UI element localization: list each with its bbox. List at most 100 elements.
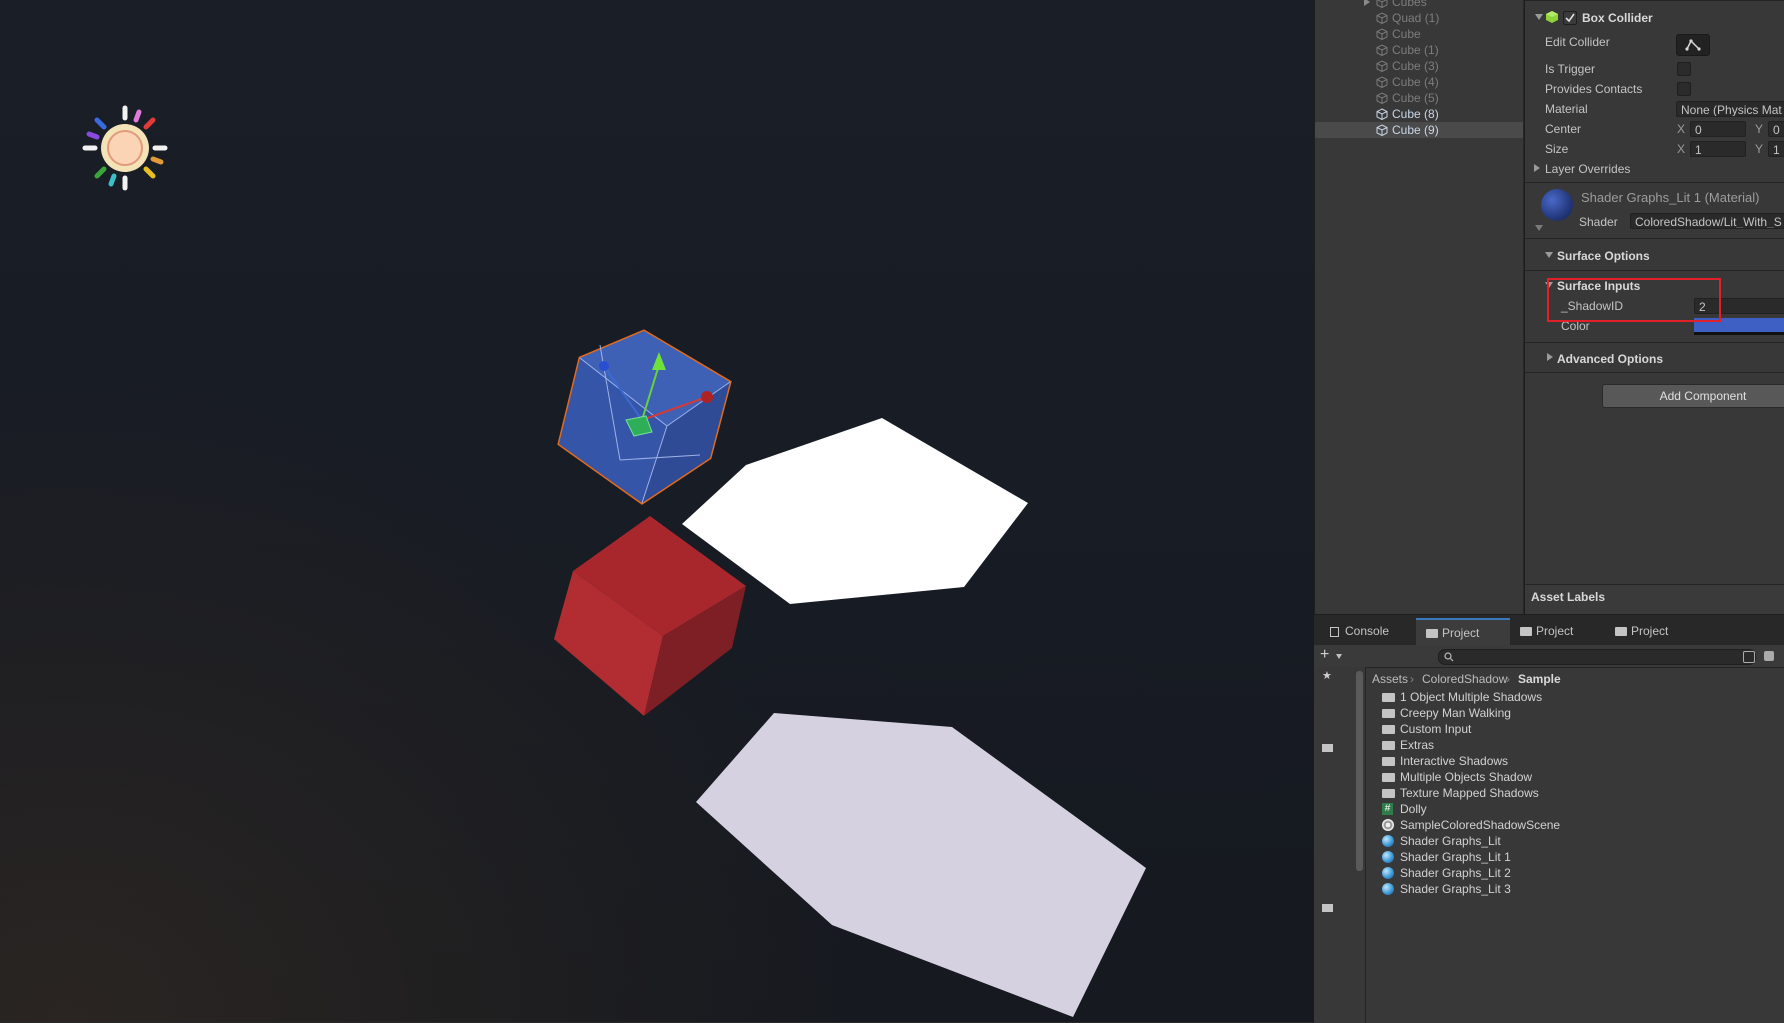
- center-x-field[interactable]: 0: [1690, 121, 1746, 137]
- shadow-shape-lower: [696, 713, 1146, 1017]
- scene-view[interactable]: [0, 0, 1314, 1022]
- is-trigger-label: Is Trigger: [1545, 62, 1596, 76]
- surface-inputs-foldout-icon[interactable]: [1545, 282, 1553, 288]
- hierarchy-item-label: Cubes: [1392, 0, 1427, 9]
- advanced-options-label[interactable]: Advanced Options: [1557, 352, 1663, 366]
- expand-arrow-icon[interactable]: [1364, 0, 1370, 6]
- box-collider-enabled-checkbox[interactable]: [1563, 11, 1577, 25]
- tab-project-1[interactable]: Project: [1416, 618, 1510, 647]
- hierarchy-item[interactable]: Cube: [1315, 26, 1523, 42]
- console-icon: [1330, 627, 1339, 637]
- layer-overrides-foldout-icon[interactable]: [1534, 164, 1540, 172]
- material-foldout-icon[interactable]: [1535, 225, 1543, 231]
- add-dropdown-chevron-icon[interactable]: [1336, 654, 1342, 659]
- hierarchy-item[interactable]: Cube (1): [1315, 42, 1523, 58]
- edit-collider-icon: [1685, 39, 1701, 51]
- folder-icon: [1382, 773, 1395, 782]
- tab-console[interactable]: Console: [1318, 618, 1408, 645]
- file-item-label: Multiple Objects Shadow: [1400, 770, 1533, 784]
- advanced-options-foldout-icon[interactable]: [1547, 353, 1553, 361]
- cube-icon: [1376, 92, 1388, 104]
- surface-inputs-label[interactable]: Surface Inputs: [1557, 279, 1640, 293]
- layer-overrides-label[interactable]: Layer Overrides: [1545, 162, 1630, 176]
- is-trigger-checkbox[interactable]: [1677, 62, 1691, 76]
- surface-options-foldout-icon[interactable]: [1545, 252, 1553, 258]
- hierarchy-item[interactable]: Cube (5): [1315, 90, 1523, 106]
- file-item-label: Interactive Shadows: [1400, 754, 1509, 768]
- folder-icon: [1382, 693, 1395, 702]
- asset-labels-label[interactable]: Asset Labels: [1531, 590, 1605, 604]
- cube-icon: [1376, 0, 1388, 8]
- material-icon: [1382, 835, 1394, 847]
- file-item-label: Dolly: [1400, 802, 1427, 816]
- cube-icon: [1376, 12, 1388, 24]
- hierarchy-item[interactable]: Cube (3): [1315, 58, 1523, 74]
- breadcrumb-assets[interactable]: Assets: [1372, 672, 1408, 686]
- hierarchy-item[interactable]: Cube (8): [1315, 106, 1523, 122]
- color-swatch[interactable]: [1694, 318, 1784, 335]
- cube-icon: [1376, 28, 1388, 40]
- cube-icon: [1376, 76, 1388, 88]
- hierarchy-item[interactable]: Quad (1): [1315, 10, 1523, 26]
- assets-folder-icon[interactable]: [1322, 744, 1333, 752]
- size-x-axis-label: X: [1677, 142, 1686, 156]
- tab-project-3[interactable]: Project: [1605, 618, 1699, 645]
- edit-collider-button[interactable]: [1676, 34, 1710, 56]
- directional-light-icon[interactable]: [82, 105, 168, 191]
- project-folder-tree[interactable]: ★: [1314, 667, 1366, 1023]
- hierarchy-item[interactable]: Cube (9): [1315, 122, 1523, 138]
- breadcrumb-separator-icon: ›: [1410, 672, 1414, 686]
- shader-dropdown[interactable]: ColoredShadow/Lit_With_S: [1630, 213, 1784, 229]
- center-y-field[interactable]: 0: [1768, 121, 1784, 137]
- script-icon: #: [1382, 803, 1393, 815]
- box-collider-title: Box Collider: [1582, 11, 1653, 25]
- filter-icon[interactable]: [1764, 651, 1774, 661]
- tab-project-3-label: Project: [1631, 624, 1669, 638]
- project-file-list[interactable]: Assets › ColoredShadow › Sample 1 Object…: [1366, 667, 1784, 1023]
- inspector-panel[interactable]: Box Collider Edit Collider Is Trigger Pr…: [1524, 0, 1784, 614]
- hierarchy-item-label: Cube (1): [1392, 43, 1439, 57]
- breadcrumb-separator-icon: ›: [1506, 672, 1510, 686]
- hierarchy-item-label: Cube (5): [1392, 91, 1439, 105]
- hierarchy-item[interactable]: Cube (4): [1315, 74, 1523, 90]
- surface-options-label[interactable]: Surface Options: [1557, 249, 1650, 263]
- folder-icon: [1426, 629, 1438, 638]
- file-item-label: Shader Graphs_Lit 1: [1400, 850, 1511, 864]
- box-collider-icon: [1546, 11, 1558, 23]
- cube-icon: [1376, 44, 1388, 56]
- packages-folder-icon[interactable]: [1322, 904, 1333, 912]
- box-collider-foldout-icon[interactable]: [1535, 14, 1543, 20]
- tab-project-1-label: Project: [1442, 626, 1480, 640]
- selected-blue-cube[interactable]: [557, 329, 732, 505]
- tree-scrollbar[interactable]: [1356, 671, 1363, 871]
- color-label: Color: [1561, 319, 1590, 333]
- size-y-field[interactable]: 1: [1768, 141, 1784, 157]
- hierarchy-panel[interactable]: Cubes Quad (1) Cube Cube (1) Cube (3) Cube (4…: [1314, 0, 1523, 614]
- search-by-type-icon[interactable]: [1743, 651, 1755, 663]
- provides-contacts-checkbox[interactable]: [1677, 82, 1691, 96]
- hierarchy-item[interactable]: Cubes: [1315, 0, 1523, 10]
- folder-icon: [1382, 789, 1395, 798]
- search-input[interactable]: [1438, 649, 1756, 665]
- folder-icon: [1382, 757, 1395, 766]
- material-field[interactable]: None (Physics Mat: [1676, 101, 1784, 117]
- add-component-button[interactable]: Add Component: [1602, 384, 1784, 408]
- shadow-id-field[interactable]: 2: [1694, 298, 1784, 314]
- file-item-label: Creepy Man Walking: [1400, 706, 1511, 720]
- hierarchy-item-label: Quad (1): [1392, 11, 1440, 25]
- breadcrumb-sample[interactable]: Sample: [1518, 672, 1561, 686]
- folder-icon: [1382, 709, 1395, 718]
- add-plus-icon[interactable]: +: [1320, 646, 1329, 664]
- project-toolbar: +: [1314, 645, 1784, 668]
- tab-console-label: Console: [1345, 624, 1390, 638]
- breadcrumb-coloredshadow[interactable]: ColoredShadow: [1422, 672, 1507, 686]
- size-x-field[interactable]: 1: [1690, 141, 1746, 157]
- favorites-star-icon[interactable]: ★: [1322, 669, 1332, 682]
- tab-project-2[interactable]: Project: [1510, 618, 1604, 645]
- scene-canvas[interactable]: [0, 0, 1314, 1022]
- cube-icon: [1376, 124, 1388, 136]
- size-y-axis-label: Y: [1755, 142, 1764, 156]
- file-item-label: Extras: [1400, 738, 1435, 752]
- project-panel[interactable]: Console Project Project Project + ★ Asse…: [1314, 614, 1784, 1023]
- folder-icon: [1382, 725, 1395, 734]
